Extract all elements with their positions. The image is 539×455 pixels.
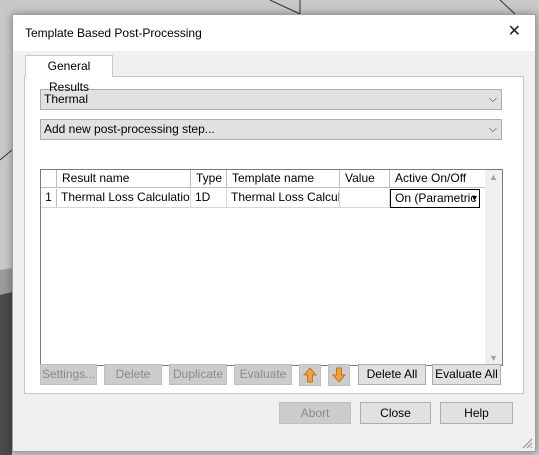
scroll-up-icon[interactable]: ▲ (489, 172, 498, 182)
add-step-select-value: Add new post-processing step... (44, 122, 215, 136)
delete-all-button[interactable]: Delete All (358, 364, 426, 385)
arrow-up-icon (302, 367, 318, 383)
close-icon[interactable]: ✕ (508, 21, 521, 41)
close-button[interactable]: Close (360, 402, 431, 424)
category-select[interactable]: Thermal ⌵ (40, 89, 502, 110)
cell-template-name[interactable]: Thermal Loss Calculation (227, 189, 340, 208)
scroll-down-icon[interactable]: ▼ (489, 353, 498, 363)
table-corner (41, 170, 57, 188)
resize-grip-icon[interactable] (521, 437, 533, 449)
chevron-down-icon: ⌵ (488, 93, 497, 105)
help-button[interactable]: Help (440, 402, 513, 424)
duplicate-button[interactable]: Duplicate (169, 364, 227, 385)
row-number[interactable]: 1 (41, 189, 57, 208)
cell-active-select[interactable]: On (Parametric ▾ (390, 189, 480, 208)
cell-active-value: On (Parametric (395, 191, 477, 205)
title-bar[interactable]: Template Based Post-Processing ✕ (13, 15, 535, 51)
abort-button[interactable]: Abort (279, 402, 351, 424)
move-down-button[interactable] (328, 364, 350, 386)
column-header-type[interactable]: Type (191, 170, 227, 188)
add-step-select[interactable]: Add new post-processing step... ⌵ (40, 119, 502, 140)
evaluate-button[interactable]: Evaluate (234, 364, 292, 385)
move-up-button[interactable] (299, 364, 321, 386)
results-table: Result name Type Template name Value Act… (40, 169, 503, 366)
post-processing-dialog: Template Based Post-Processing ✕ General… (12, 14, 536, 452)
cell-type[interactable]: 1D (191, 189, 227, 208)
evaluate-all-button[interactable]: Evaluate All (432, 364, 501, 385)
chevron-down-icon: ▾ (471, 193, 477, 204)
column-header-active[interactable]: Active On/Off (390, 170, 486, 188)
dialog-title: Template Based Post-Processing (25, 26, 202, 40)
column-header-result-name[interactable]: Result name (57, 170, 191, 188)
tab-general-results[interactable]: General Results (25, 55, 113, 94)
arrow-down-icon (331, 367, 347, 383)
settings-button[interactable]: Settings... (40, 364, 97, 385)
chevron-down-icon: ⌵ (488, 123, 497, 135)
delete-button[interactable]: Delete (104, 364, 162, 385)
column-header-value[interactable]: Value (340, 170, 390, 188)
cell-value[interactable] (340, 189, 390, 208)
vertical-scrollbar[interactable]: ▲ ▼ (485, 170, 502, 365)
tab-panel: Thermal ⌵ Add new post-processing step..… (24, 76, 524, 394)
cell-result-name[interactable]: Thermal Loss Calculation (57, 189, 191, 208)
column-header-template-name[interactable]: Template name (227, 170, 340, 188)
